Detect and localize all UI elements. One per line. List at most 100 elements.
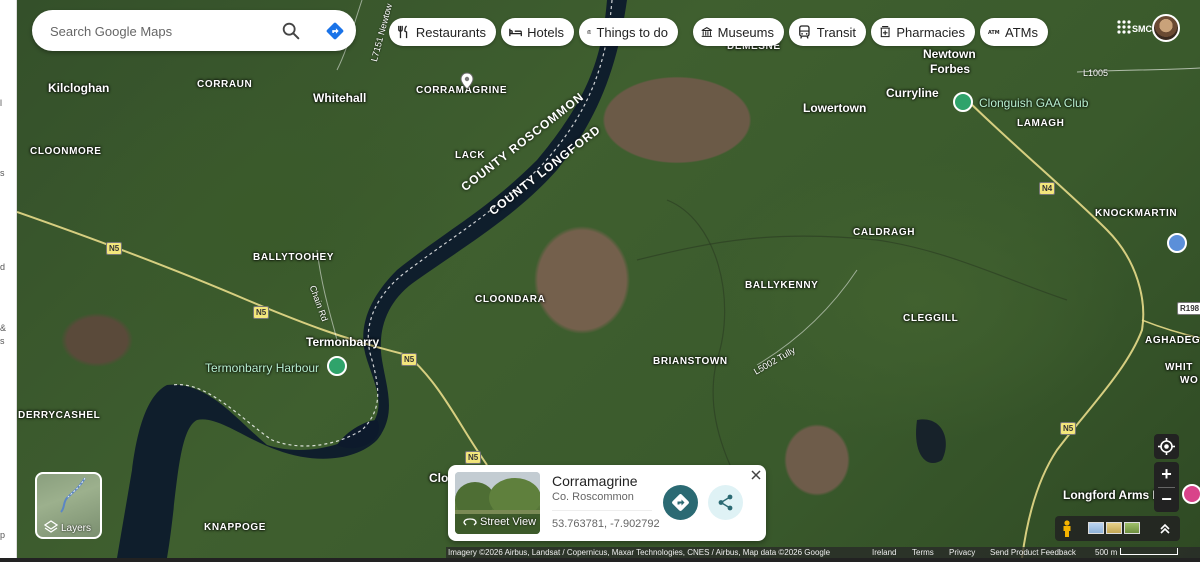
- search-input[interactable]: [50, 20, 270, 42]
- place-coordinates[interactable]: 53.763781, -7.902792: [552, 518, 660, 530]
- place-label[interactable]: Lowertown: [803, 101, 866, 115]
- pegman-icon[interactable]: [1061, 520, 1073, 538]
- place-label[interactable]: BALLYTOOHEY: [253, 252, 334, 263]
- small-lake: [916, 419, 946, 464]
- chip-label: Hotels: [527, 24, 564, 40]
- place-label[interactable]: Termonbarry: [306, 335, 379, 349]
- layers-button[interactable]: Layers: [35, 472, 102, 539]
- transit-icon: [799, 25, 810, 39]
- place-label[interactable]: CLOONMORE: [30, 146, 102, 157]
- chip-things-to-do[interactable]: Things to do: [579, 18, 678, 46]
- place-label[interactable]: Clo: [429, 471, 448, 485]
- place-pin-icon[interactable]: [1182, 484, 1200, 504]
- place-label[interactable]: Forbes: [930, 62, 970, 76]
- share-button[interactable]: [708, 485, 743, 520]
- chip-hotels[interactable]: Hotels: [501, 18, 574, 46]
- place-label[interactable]: CLEGGILL: [903, 313, 958, 324]
- chevron-up-icon[interactable]: [1158, 522, 1172, 536]
- share-icon: [718, 494, 733, 511]
- bottom-strip: [0, 558, 1200, 562]
- place-label[interactable]: CALDRAGH: [853, 227, 915, 238]
- sidebar-fragment: p: [0, 530, 6, 540]
- scale-label[interactable]: 500 m: [1095, 548, 1117, 557]
- place-label[interactable]: WHIT: [1165, 362, 1193, 373]
- layers-label: Layers: [61, 523, 92, 534]
- search-icon[interactable]: [280, 20, 302, 42]
- privacy-link[interactable]: Privacy: [949, 548, 975, 557]
- chip-transit[interactable]: Transit: [789, 18, 866, 46]
- feedback-link[interactable]: Send Product Feedback: [990, 548, 1076, 557]
- directions-icon[interactable]: [324, 20, 346, 42]
- place-label[interactable]: Curryline: [886, 86, 939, 100]
- place-label[interactable]: CLOONDARA: [475, 294, 545, 305]
- atm-icon: ATM: [988, 30, 1000, 36]
- close-card-button[interactable]: [748, 467, 764, 483]
- avatar[interactable]: [1152, 14, 1180, 42]
- place-label[interactable]: Kilcloghan: [48, 81, 109, 95]
- place-label[interactable]: WO: [1180, 375, 1198, 386]
- place-label[interactable]: LACK: [455, 150, 485, 161]
- scale-bar[interactable]: [1120, 548, 1178, 555]
- place-label[interactable]: BRIANSTOWN: [653, 356, 728, 367]
- place-label[interactable]: CORRAUN: [197, 79, 252, 90]
- place-label[interactable]: BALLYKENNY: [745, 280, 818, 291]
- place-pin-icon[interactable]: [1167, 233, 1187, 253]
- place-subtitle: Co. Roscommon: [552, 491, 634, 503]
- imagery-thumb-1[interactable]: [1088, 522, 1104, 534]
- place-title: Corramagrine: [552, 473, 638, 489]
- street-view-thumbnail[interactable]: Street View: [455, 472, 540, 534]
- poi-label[interactable]: Termonbarry Harbour: [205, 361, 319, 375]
- my-location-button[interactable]: [1154, 434, 1179, 459]
- chip-label: Pharmacies: [896, 24, 965, 40]
- imagery-thumb-3[interactable]: [1124, 522, 1140, 534]
- road-label: L1005: [1083, 68, 1109, 78]
- apps-grid-icon[interactable]: [1116, 19, 1132, 35]
- country-link[interactable]: Ireland: [872, 548, 896, 557]
- selected-place-pin-icon[interactable]: [459, 72, 475, 90]
- place-label[interactable]: KNAPPOGE: [204, 522, 266, 533]
- place-label[interactable]: Longford Arms I: [1063, 488, 1156, 502]
- harbour-pin-icon[interactable]: [327, 356, 347, 376]
- road-shield: N4: [1039, 182, 1056, 195]
- imagery-thumb-2[interactable]: [1106, 522, 1122, 534]
- road-shield: N5: [1060, 422, 1077, 435]
- left-sidebar-strip: l s d & s p: [0, 0, 17, 558]
- county-border: [171, 0, 613, 447]
- svg-text:ATM: ATM: [988, 30, 1000, 36]
- chip-label: Things to do: [596, 24, 668, 40]
- hotel-icon: [509, 28, 522, 37]
- sidebar-fragment: s: [0, 336, 5, 346]
- place-label[interactable]: Newtown: [923, 47, 976, 61]
- chip-label: Museums: [717, 24, 774, 40]
- restaurant-icon: [398, 25, 408, 39]
- camera-icon: [587, 30, 592, 34]
- place-card[interactable]: Street View Corramagrine Co. Roscommon 5…: [448, 465, 766, 541]
- account-label[interactable]: SMC: [1132, 24, 1152, 34]
- place-label[interactable]: AGHADEG: [1145, 335, 1200, 346]
- search-box[interactable]: [32, 10, 356, 51]
- road-n5: [17, 211, 488, 466]
- chip-museums[interactable]: Museums: [693, 18, 784, 46]
- chip-pharmacies[interactable]: Pharmacies: [871, 18, 975, 46]
- sidebar-fragment: l: [0, 98, 2, 108]
- zoom-controls: + −: [1154, 462, 1179, 512]
- my-location-icon: [1158, 438, 1175, 455]
- road-shield: N5: [106, 242, 123, 255]
- street-view-toolbar: [1055, 516, 1180, 541]
- place-label[interactable]: KNOCKMARTIN: [1095, 208, 1177, 219]
- directions-button[interactable]: [663, 485, 698, 520]
- zoom-out-button[interactable]: −: [1154, 487, 1179, 512]
- place-label[interactable]: DERRYCASHEL: [18, 410, 100, 421]
- street-view-link[interactable]: Street View: [463, 516, 536, 528]
- chip-restaurants[interactable]: Restaurants: [389, 18, 496, 46]
- chip-atms[interactable]: ATM ATMs: [980, 18, 1048, 46]
- place-label[interactable]: Whitehall: [313, 91, 366, 105]
- sports-pin-icon[interactable]: [953, 92, 973, 112]
- chip-label: Transit: [816, 24, 856, 40]
- directions-icon: [672, 494, 689, 511]
- place-label[interactable]: LAMAGH: [1017, 118, 1064, 129]
- imagery-attribution: Imagery ©2026 Airbus, Landsat / Copernic…: [448, 548, 831, 557]
- poi-label[interactable]: Clonguish GAA Club: [979, 96, 1088, 110]
- terms-link[interactable]: Terms: [912, 548, 934, 557]
- zoom-in-button[interactable]: +: [1154, 462, 1179, 487]
